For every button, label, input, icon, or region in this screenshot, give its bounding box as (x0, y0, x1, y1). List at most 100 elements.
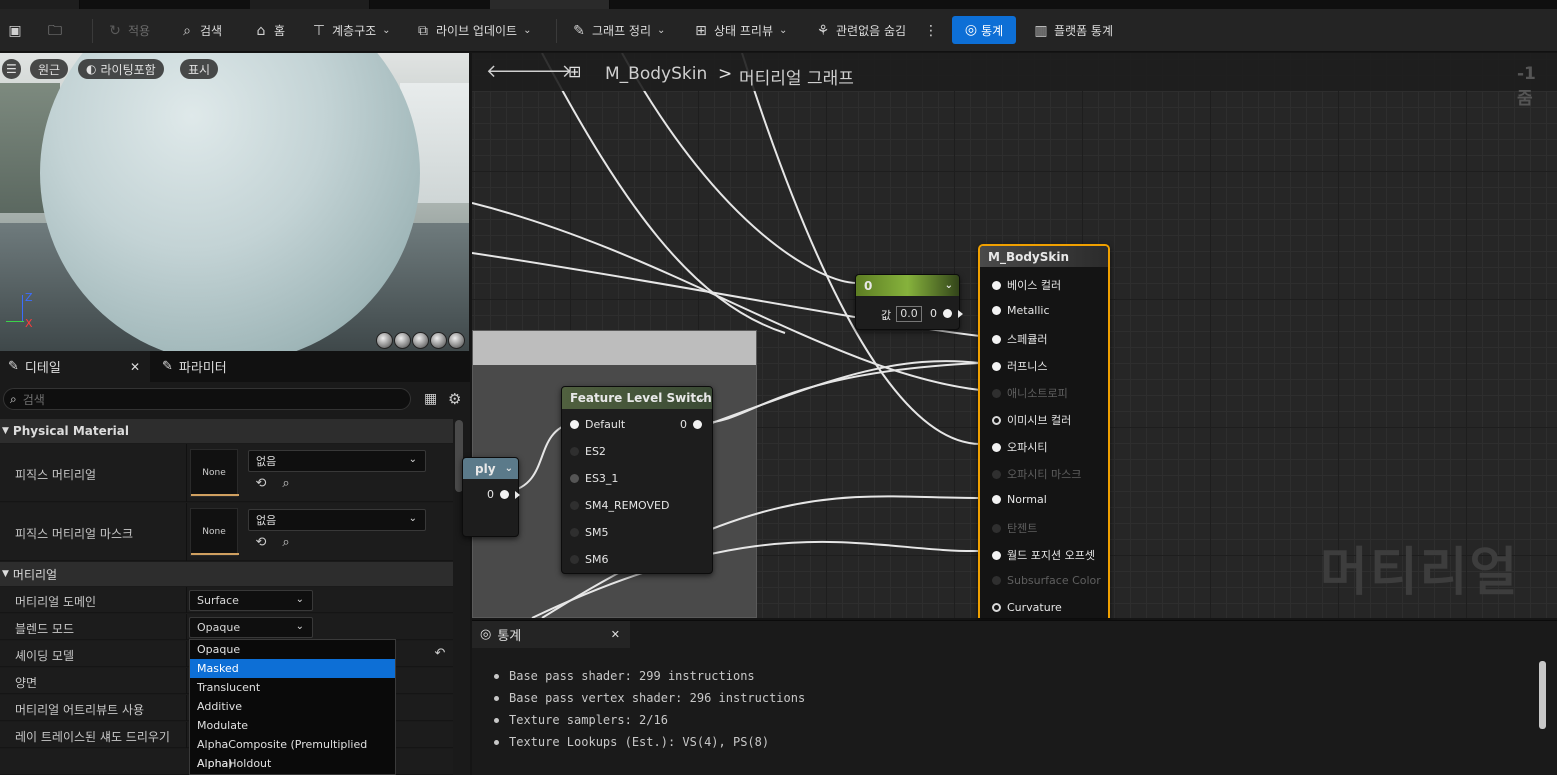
document-tab-active[interactable] (490, 0, 610, 9)
pencil-icon: ✎ (8, 359, 19, 374)
input-pin-sm5[interactable]: SM5 (570, 526, 608, 539)
chevron-down-icon[interactable]: ⌄ (505, 463, 513, 474)
pin-world-position-offset[interactable]: 월드 포지션 오프셋 (992, 547, 1095, 563)
details-search-input[interactable]: ⌕ 검색 (3, 388, 411, 410)
plane-preview-button[interactable] (412, 332, 429, 349)
cylinder-preview-button[interactable] (376, 332, 393, 349)
pin-anisotropy[interactable]: 애니소트로피 (992, 385, 1068, 401)
tab-parameters[interactable]: ✎ 파라미터 (154, 351, 235, 382)
chevron-down-icon[interactable]: ⌄ (698, 393, 706, 404)
material-domain-combo[interactable]: Surface ⌄ (189, 590, 313, 611)
chevron-down-icon: ⌄ (523, 25, 532, 36)
dropdown-option-highlighted[interactable]: Masked (190, 659, 395, 678)
preview-viewport[interactable]: ☰ 원근 ◐ 라이팅포함 표시 Z X (0, 53, 469, 351)
asset-thumbnail[interactable]: None (190, 449, 239, 497)
axis-gizmo: Z X (2, 291, 42, 331)
browse-button[interactable]: 🗀 (46, 9, 64, 52)
pin-metallic[interactable]: Metallic (992, 304, 1050, 317)
perspective-button[interactable]: 원근 (30, 59, 69, 79)
gear-icon[interactable]: ⚙ (448, 390, 461, 408)
use-selected-icon[interactable]: ⟲ (253, 476, 269, 492)
live-update-button[interactable]: ⧉ 라이브 업데이트 ⌄ (414, 9, 532, 52)
pin-subsurface-color[interactable]: Subsurface Color (992, 574, 1101, 587)
input-pin-es3[interactable]: ES3_1 (570, 472, 618, 485)
graph-cleanup-button[interactable]: ✎ 그래프 정리 ⌄ (570, 9, 665, 52)
cube-preview-button[interactable] (430, 332, 447, 349)
close-icon[interactable]: ✕ (130, 360, 140, 374)
pin-dot (992, 334, 1001, 344)
dropdown-option[interactable]: AlphaComposite (Premultiplied Alpha) (190, 735, 395, 770)
input-pin-sm4[interactable]: SM4_REMOVED (570, 499, 669, 512)
show-button[interactable]: 표시 (180, 59, 219, 79)
pin-normal[interactable]: Normal (992, 493, 1047, 506)
chevron-down-icon[interactable]: ⌄ (945, 280, 953, 291)
stats-scrollbar[interactable] (1539, 661, 1546, 729)
browse-asset-icon[interactable]: ⌕ (278, 476, 294, 492)
dropdown-option[interactable]: AlphaHoldout (190, 754, 395, 773)
dropdown-option[interactable]: Translucent (190, 678, 395, 697)
chevron-down-icon: ▼ (2, 569, 9, 579)
home-button[interactable]: ⌂ 홈 (252, 9, 286, 52)
apply-button[interactable]: ↻ 적용 (106, 9, 150, 52)
dropdown-option[interactable]: Opaque (190, 640, 395, 659)
pin-tangent[interactable]: 탄젠트 (992, 520, 1037, 536)
state-preview-button[interactable]: ⊞ 상태 프리뷰 ⌄ (692, 9, 787, 52)
save-button[interactable]: ▣ (6, 9, 24, 52)
hide-unrelated-button[interactable]: ⚘ 관련없음 숨김 (814, 9, 906, 52)
lighting-button[interactable]: ◐ 라이팅포함 (78, 59, 164, 79)
section-physical-material[interactable]: ▼ Physical Material (0, 419, 453, 443)
dropdown-option[interactable]: Modulate (190, 716, 395, 735)
custom-mesh-preview-button[interactable] (448, 332, 465, 349)
reset-to-default-icon[interactable]: ↶ (432, 646, 448, 662)
hierarchy-button[interactable]: ⊤ 계층구조 ⌄ (310, 9, 391, 52)
section-material[interactable]: ▼ 머티리얼 (0, 562, 453, 586)
input-pin-es2[interactable]: ES2 (570, 445, 606, 458)
pin-opacity-mask[interactable]: 오파시티 마스크 (992, 466, 1081, 482)
toolbar-separator (92, 19, 93, 43)
value-input[interactable]: 0.0 (896, 306, 922, 322)
output-pin[interactable]: 0 (487, 488, 520, 501)
browse-asset-icon[interactable]: ⌕ (278, 535, 294, 551)
pin-dot (992, 388, 1001, 398)
pin-base-color[interactable]: 베이스 컬러 (992, 277, 1061, 293)
stats-button[interactable]: ◎ 통계 (952, 16, 1016, 44)
output-pin[interactable]: 0 (930, 307, 963, 320)
material-result-node[interactable]: M_BodySkin 베이스 컬러 Metallic 스페큘러 러프니스 애니소… (978, 244, 1110, 618)
pin-dot (570, 474, 579, 483)
breadcrumb-material[interactable]: M_BodySkin (605, 64, 707, 84)
toolbar-more-button[interactable]: ⋮ (922, 9, 940, 52)
property-row-material-domain: 머티리얼 도메인 Surface ⌄ (0, 587, 453, 613)
dropdown-option[interactable]: Additive (190, 697, 395, 716)
table-view-icon[interactable]: ▦ (424, 391, 437, 407)
phys-material-mask-combo[interactable]: 없음 ⌄ (248, 509, 426, 531)
pin-specular[interactable]: 스페큘러 (992, 331, 1047, 347)
tab-details[interactable]: ✎ 디테일 ✕ (0, 351, 150, 382)
constant-node[interactable]: 0 ⌄ 값 0.0 0 (855, 274, 963, 330)
multiply-node[interactable]: ply ⌄ 0 (462, 457, 520, 537)
feature-level-switch-node[interactable]: Feature Level Switch ⌄ Default 0 ES2 ES3_… (561, 386, 713, 574)
tab-stats[interactable]: ◎ 통계 ✕ (472, 621, 630, 648)
forward-arrow-icon[interactable]: 🡒 (524, 61, 572, 82)
document-tab[interactable] (250, 0, 370, 9)
blend-mode-combo[interactable]: Opaque ⌄ (189, 617, 313, 638)
document-tab[interactable] (0, 0, 80, 9)
close-icon[interactable]: ✕ (611, 628, 620, 641)
sphere-preview-button[interactable] (394, 332, 411, 349)
search-button[interactable]: ⌕ 검색 (178, 9, 222, 52)
output-pin[interactable]: 0 (680, 418, 702, 431)
breadcrumb-graph[interactable]: 머티리얼 그래프 (739, 64, 854, 89)
pin-roughness[interactable]: 러프니스 (992, 358, 1047, 374)
phys-material-combo[interactable]: 없음 ⌄ (248, 450, 426, 472)
pin-emissive-color[interactable]: 이미시브 컬러 (992, 412, 1071, 428)
pin-dot (992, 603, 1001, 612)
viewport-menu-button[interactable]: ☰ (2, 59, 21, 79)
hamburger-icon: ☰ (6, 62, 17, 76)
input-pin-sm6[interactable]: SM6 (570, 553, 608, 566)
platform-stats-button[interactable]: ▥ 플랫폼 통계 (1032, 9, 1113, 52)
input-pin-default[interactable]: Default (570, 418, 625, 431)
asset-thumbnail[interactable]: None (190, 508, 239, 556)
pin-curvature[interactable]: Curvature (992, 601, 1062, 614)
pin-opacity[interactable]: 오파시티 (992, 439, 1047, 455)
property-label: 양면 (15, 676, 38, 690)
use-selected-icon[interactable]: ⟲ (253, 535, 269, 551)
